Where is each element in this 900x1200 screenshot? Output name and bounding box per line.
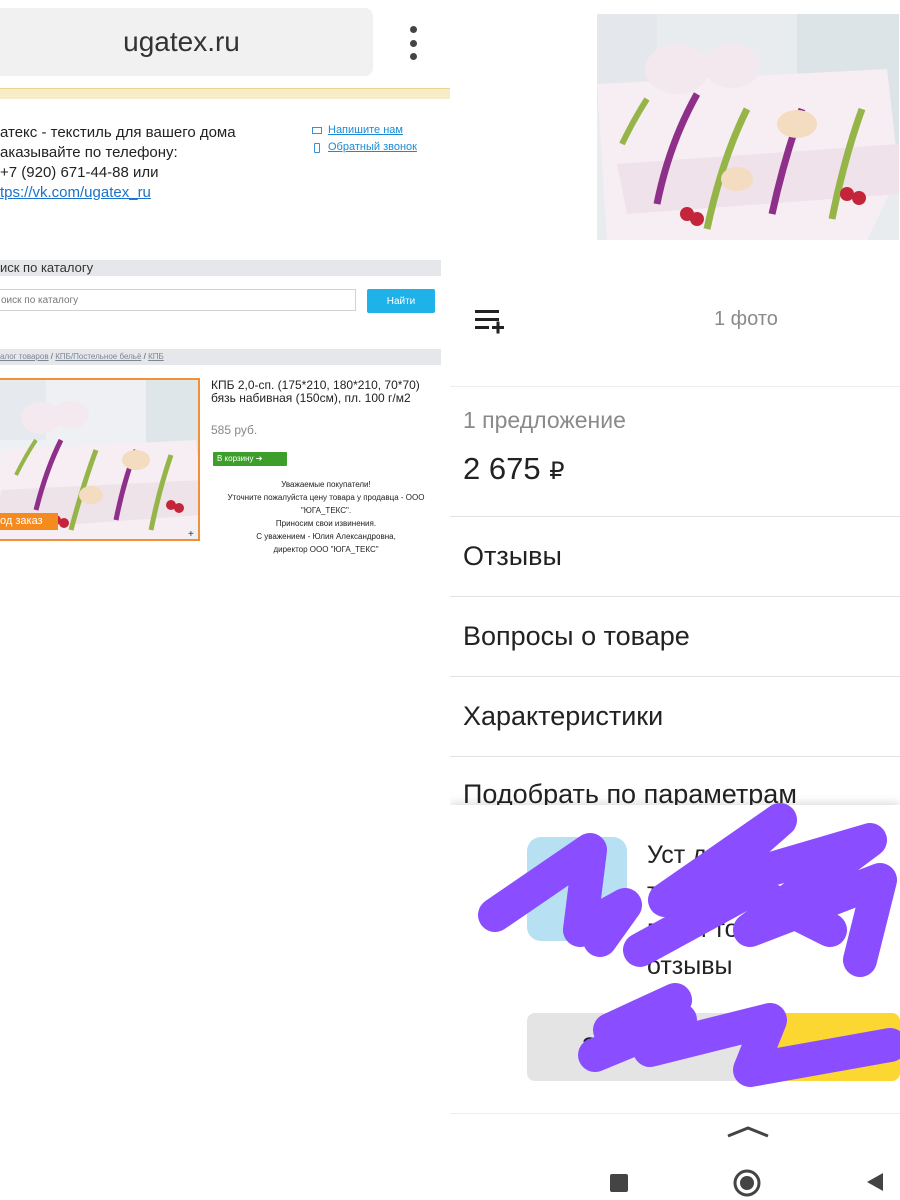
search-heading: иск по каталогу (0, 260, 441, 276)
sheet-message: Уст дл та нее выби то отзывы (647, 837, 900, 985)
sheet-line: та нее (647, 878, 721, 906)
site-tagline: атекс - текстиль для вашего дома (0, 124, 236, 141)
price-value: 2 675 (463, 451, 541, 486)
catalog-search-input[interactable]: оиск по каталогу (0, 289, 356, 311)
chevron-up-icon (727, 1126, 769, 1138)
product-price: 585 руб. (211, 423, 258, 437)
android-nav-bar (450, 1146, 900, 1200)
write-us-link[interactable]: Напишите нам (328, 122, 403, 139)
home-icon[interactable] (732, 1168, 762, 1198)
breadcrumb-catalog[interactable]: алог товаров (0, 352, 49, 361)
reviews-row[interactable]: Отзывы (450, 516, 900, 596)
product-title[interactable]: КПБ 2,0-сп. (175*210, 180*210, 70*70) бя… (211, 379, 436, 405)
vk-link[interactable]: tps://vk.com/ugatex_ru (0, 184, 151, 201)
recent-apps-icon[interactable] (608, 1172, 630, 1194)
arrow-right-icon: ➔ (255, 454, 263, 463)
phone-number: +7 (920) 671-44-88 или (0, 164, 159, 181)
site-header: атекс - текстиль для вашего дома аказыва… (0, 123, 300, 203)
breadcrumb-kpb[interactable]: КПБ (148, 352, 164, 361)
photo-count[interactable]: 1 фото (714, 308, 778, 331)
site-top-strip (0, 88, 450, 99)
zoom-icon[interactable]: + (188, 529, 194, 540)
currency-sign: ₽ (549, 458, 565, 485)
callback-link[interactable]: Обратный звонок (328, 139, 417, 156)
phone-icon (314, 142, 320, 153)
sheet-line: отзывы (647, 952, 733, 980)
url-bar[interactable]: ugatex.ru (0, 8, 373, 76)
url-text: ugatex.ru (123, 26, 240, 57)
sheet-line: выби то (647, 915, 739, 943)
dismiss-button[interactable]: З (527, 1013, 777, 1081)
app-panel: 1 фото 1 предложение 2 675 ₽ Отзывы Вопр… (450, 0, 900, 1200)
order-badge: од заказ (0, 513, 58, 530)
back-icon[interactable] (862, 1170, 886, 1194)
add-to-list-icon[interactable] (475, 308, 505, 334)
browser-panel: ugatex.ru атекс - текстиль для вашего до… (0, 0, 450, 1200)
notice-line: Уточните пожалуйста цену товара у продав… (227, 493, 425, 515)
specs-row[interactable]: Характеристики (450, 676, 900, 756)
add-to-cart-button[interactable]: В корзину ➔ (213, 452, 287, 466)
pick-by-params-row[interactable]: Подобрать по параметрам (450, 756, 900, 808)
breadcrumb-bedding[interactable]: КПБ/Постельное бельё (55, 352, 141, 361)
app-icon (527, 837, 627, 941)
offers-block[interactable]: 1 предложение 2 675 ₽ (450, 386, 900, 517)
contact-links: Напишите нам Обратный звонок (312, 122, 417, 156)
notice-line: Уважаемые покупатели! (281, 480, 371, 489)
notice-line: директор ООО "ЮГА_ТЕКС" (273, 545, 379, 554)
product-photo[interactable] (597, 14, 899, 240)
notice-line: С уважением - Юлия Александровна, (256, 532, 396, 541)
install-app-sheet: Уст дл та нее выби то отзывы З (450, 805, 900, 1113)
overflow-menu-icon[interactable] (398, 26, 428, 60)
offers-label: 1 предложение (463, 407, 626, 433)
notice-line: Приносим свои извинения. (275, 519, 377, 528)
add-to-cart-label: В корзину (217, 454, 254, 463)
install-button[interactable] (774, 1013, 900, 1081)
seller-notice: Уважаемые покупатели! Уточните пожалуйст… (212, 478, 440, 556)
sheet-handle[interactable] (450, 1113, 900, 1147)
order-phone-line: аказывайте по телефону: (0, 144, 178, 161)
breadcrumb: алог товаров / КПБ/Постельное бельё / КП… (0, 349, 441, 365)
mail-icon (312, 127, 322, 134)
search-button[interactable]: Найти (367, 289, 435, 313)
questions-row[interactable]: Вопросы о товаре (450, 596, 900, 676)
product-sections: Отзывы Вопросы о товаре Характеристики П… (450, 516, 900, 808)
sheet-line: Уст дл (647, 841, 722, 869)
offers-price: 2 675 ₽ (463, 451, 564, 487)
